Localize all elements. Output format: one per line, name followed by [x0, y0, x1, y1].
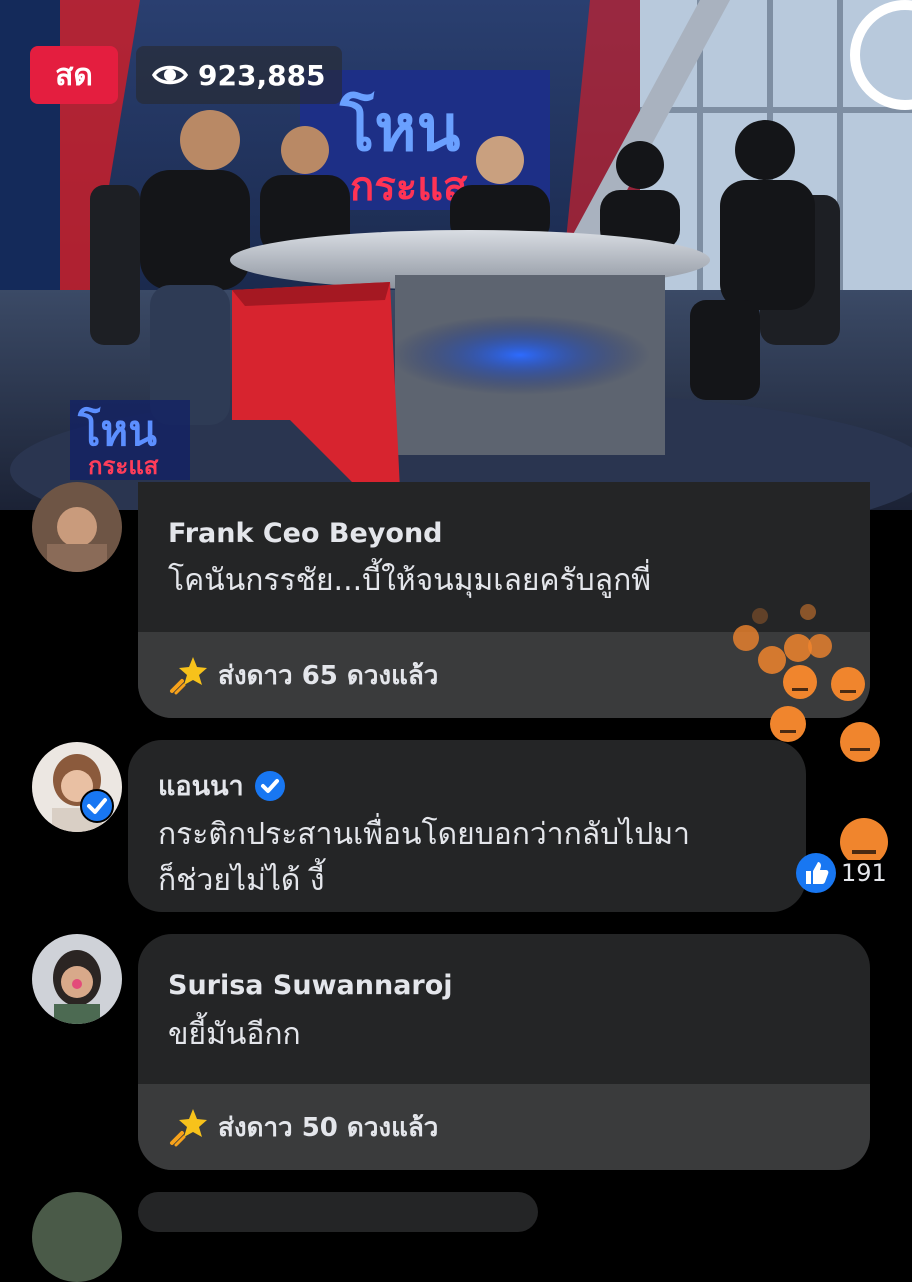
floating-reactions [733, 604, 888, 860]
star-icon [170, 657, 207, 695]
avatar[interactable] [32, 1192, 122, 1282]
like-count-value: 191 [841, 859, 887, 887]
svg-text:โหน: โหน [339, 90, 461, 166]
eye-icon [152, 65, 188, 85]
stars-sent-label: ส่งดาว 50 ดวงแล้ว [218, 1112, 439, 1143]
comment-author-name: แอนนา [158, 771, 244, 802]
live-badge: สด [30, 46, 118, 104]
verified-badge-icon [80, 789, 114, 823]
svg-text:โหน: โหน [77, 406, 157, 455]
comment-bubble[interactable]: แอนนา กระติกประสานเพื่อนโดยบอกว่ากลับไปม… [128, 740, 806, 912]
comment-text: ขยี้มันอีกก [168, 1017, 301, 1052]
live-video[interactable]: โหน กระแส โหน กระแส สด 923,885 [0, 0, 912, 510]
comment-text: ก็ช่วยไม่ได้ งี้ [158, 863, 325, 898]
avatar[interactable] [32, 482, 122, 572]
comment-author[interactable]: แอนนา [158, 764, 286, 807]
comment-bubble[interactable] [138, 1192, 538, 1232]
verified-icon [254, 770, 285, 801]
angry-reaction-icon [733, 604, 888, 860]
svg-text:กระแส: กระแส [350, 164, 468, 210]
like-thumb-icon [796, 853, 836, 893]
viewer-count: 923,885 [136, 46, 342, 104]
stars-sent-strip: ส่งดาว 50 ดวงแล้ว [138, 1084, 870, 1170]
comment-author[interactable]: Surisa Suwannaroj [168, 970, 453, 1001]
viewer-count-value: 923,885 [198, 58, 326, 92]
avatar[interactable] [32, 934, 122, 1024]
comment-text: โคนันกรรชัย...บี้ให้จนมุมเลยครับลูกพี่ [168, 563, 652, 598]
comment-text: กระติกประสานเพื่อนโดยบอกว่ากลับไปมา [158, 817, 690, 852]
like-count[interactable]: 191 [795, 852, 887, 894]
comment-author[interactable]: Frank Ceo Beyond [168, 518, 443, 549]
stars-sent-label: ส่งดาว 65 ดวงแล้ว [218, 660, 439, 691]
star-icon [170, 1109, 207, 1147]
svg-text:กระแส: กระแส [88, 452, 159, 480]
comment-bubble[interactable]: Surisa Suwannaroj ขยี้มันอีกก ส่งดาว 50 … [138, 934, 870, 1170]
